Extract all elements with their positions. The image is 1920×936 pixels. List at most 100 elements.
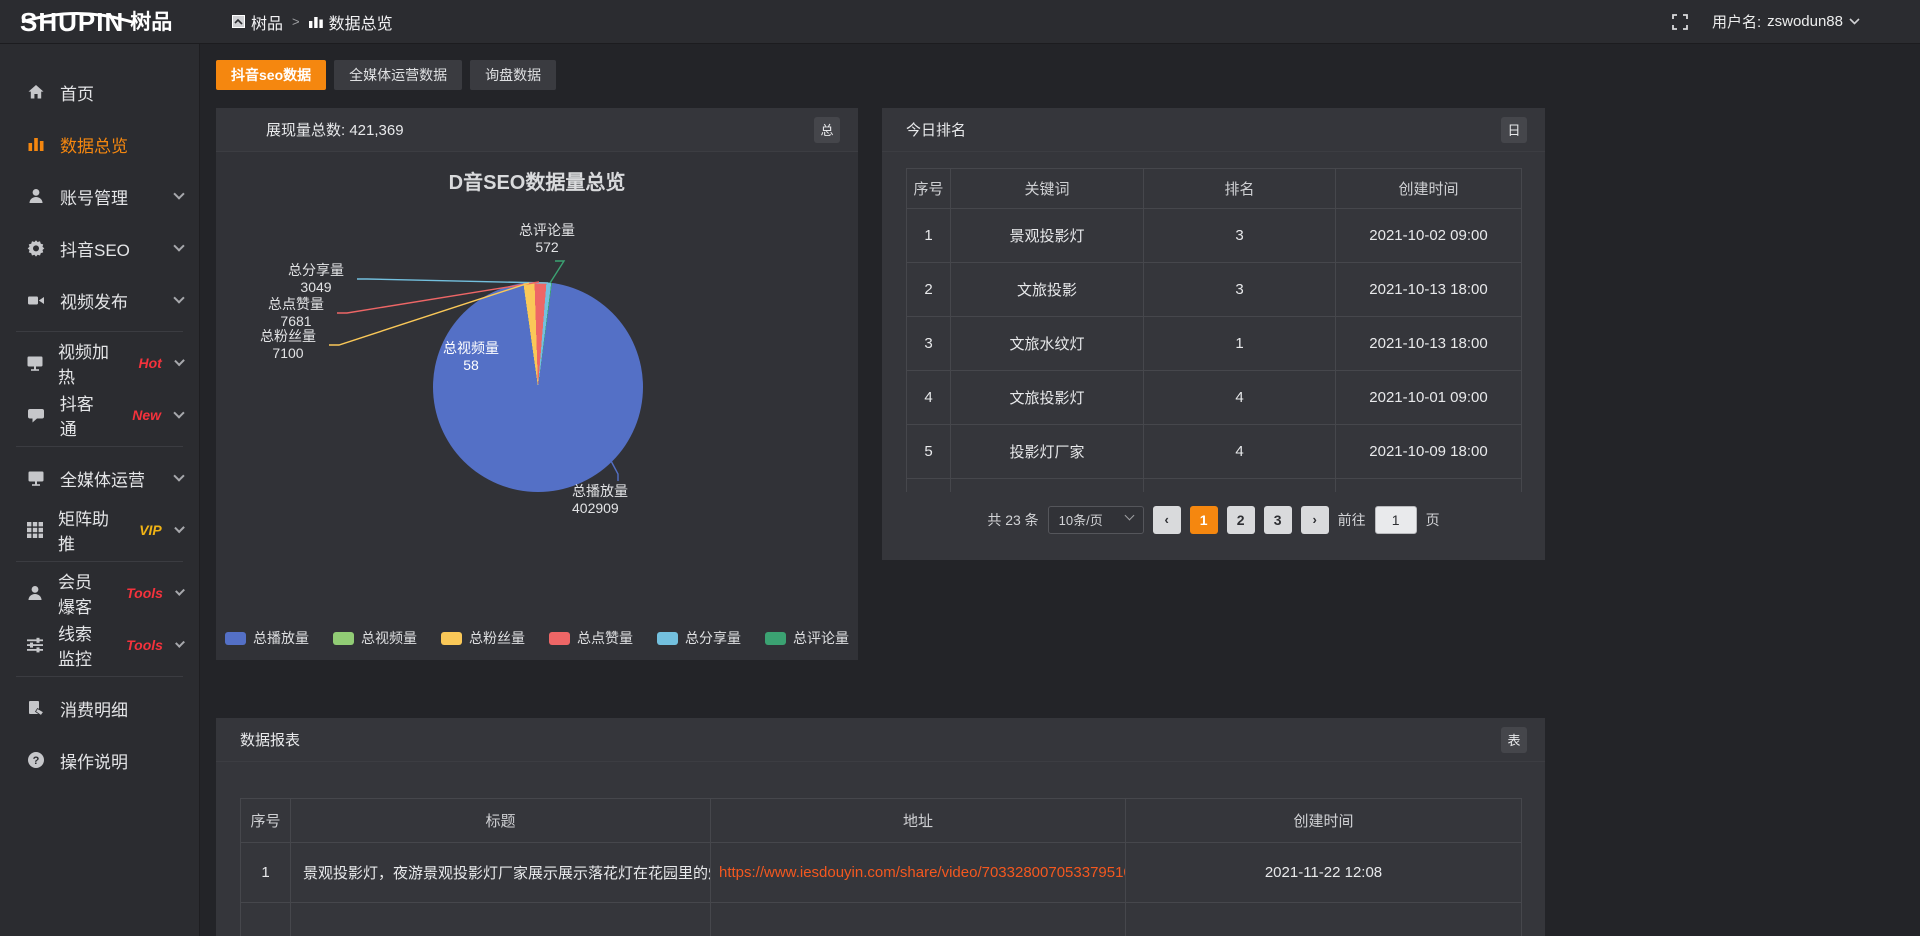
- app-logo[interactable]: SHUPIN 树品: [0, 9, 200, 35]
- page-size-select[interactable]: 10条/页: [1048, 506, 1144, 534]
- user-icon: [26, 187, 46, 205]
- legend-item-likes[interactable]: 总点赞量: [549, 628, 633, 648]
- app-square-icon: [232, 15, 245, 28]
- pagination: 共 23 条 10条/页 ‹ 1 2 3 › 前往 页: [882, 506, 1545, 534]
- tab-douyin-seo-data[interactable]: 抖音seo数据: [216, 60, 326, 90]
- legend-item-shares[interactable]: 总分享量: [657, 628, 741, 648]
- sidebar-item-clue-monitor[interactable]: 线索监控 Tools: [0, 619, 199, 671]
- chevron-down-icon: [174, 356, 185, 367]
- sidebar: 首页 数据总览 账号管理 抖音SEO 视频发布 视频加热 Hot 抖客通 New…: [0, 44, 200, 936]
- sliders-icon: [26, 636, 44, 654]
- created-time-cell: 2021-11-22 12:08: [1126, 843, 1522, 903]
- breadcrumb-current[interactable]: 数据总览: [309, 10, 393, 34]
- grid-icon: [26, 521, 44, 539]
- page-button-3[interactable]: 3: [1264, 506, 1292, 534]
- bar-chart-icon: [309, 15, 323, 28]
- pie-label-likes: 总点赞量 7681: [250, 296, 342, 330]
- goto-label: 前往: [1338, 510, 1366, 530]
- data-report-panel: 数据报表 表 序号 标题 地址 创建时间 1 景观投影灯，夜游景观投影灯厂家展示…: [216, 718, 1545, 936]
- data-tabs: 抖音seo数据 全媒体运营数据 询盘数据: [216, 60, 556, 90]
- user-icon: [26, 584, 44, 602]
- table-row: 4 文旅投影灯 4 2021-10-01 09:00: [907, 371, 1522, 425]
- breadcrumb: 树品 > 数据总览: [232, 10, 393, 34]
- sidebar-item-video-publish[interactable]: 视频发布: [0, 274, 199, 326]
- legend-swatch: [657, 632, 678, 645]
- svg-text:?: ?: [33, 755, 40, 767]
- sidebar-item-omnimedia[interactable]: 全媒体运营: [0, 452, 199, 504]
- chevron-down-icon: [1849, 18, 1860, 25]
- sidebar-item-douyin-seo[interactable]: 抖音SEO: [0, 222, 199, 274]
- sidebar-item-data-overview[interactable]: 数据总览: [0, 118, 199, 170]
- table-row: 5 投影灯厂家 4 2021-10-09 18:00: [907, 425, 1522, 479]
- user-menu[interactable]: 用户名: zswodun88: [1712, 11, 1860, 32]
- tab-omnimedia-data[interactable]: 全媒体运营数据: [334, 60, 462, 90]
- breadcrumb-separator: >: [292, 14, 300, 29]
- sidebar-item-video-heat[interactable]: 视频加热 Hot: [0, 337, 199, 389]
- home-icon: [26, 83, 46, 101]
- chevron-down-icon: [173, 292, 184, 303]
- total-view-button[interactable]: 总: [814, 117, 840, 143]
- goto-unit: 页: [1426, 510, 1440, 530]
- sidebar-item-consume-detail[interactable]: 消费明细: [0, 682, 199, 734]
- report-panel-header: 数据报表 表: [216, 718, 1545, 762]
- video-link[interactable]: https://www.iesdouyin.com/share/video/70…: [719, 864, 1126, 881]
- impressions-chart-panel: 展现量总数: 421,369 总 D音SEO数据量总览 总评论量 572 总分享…: [216, 108, 858, 660]
- top-header: SHUPIN 树品 树品 > 数据总览 用户名: zswodun88: [0, 0, 1920, 44]
- sidebar-item-home[interactable]: 首页: [0, 66, 199, 118]
- prev-page-button[interactable]: ‹: [1153, 506, 1181, 534]
- goto-page-input[interactable]: [1375, 506, 1417, 534]
- pie-graphic[interactable]: [433, 282, 643, 492]
- sidebar-divider: [16, 561, 183, 562]
- tab-inquiry-data[interactable]: 询盘数据: [470, 60, 556, 90]
- pie-label-comments: 总评论量 572: [501, 222, 593, 256]
- page-button-1[interactable]: 1: [1190, 506, 1218, 534]
- impressions-total: 展现量总数: 421,369: [266, 119, 404, 140]
- table-header-row: 序号 关键词 排名 创建时间: [907, 169, 1522, 209]
- page-button-2[interactable]: 2: [1227, 506, 1255, 534]
- fullscreen-icon: [1672, 14, 1688, 30]
- legend-item-comments[interactable]: 总评论量: [765, 628, 849, 648]
- legend-item-videos[interactable]: 总视频量: [333, 628, 417, 648]
- logo-text-cn: 树品: [130, 12, 172, 34]
- chevron-down-icon: [175, 638, 185, 648]
- legend-item-plays[interactable]: 总播放量: [225, 628, 309, 648]
- table-row-clipped: [241, 903, 1522, 936]
- table-row: 2 文旅投影 3 2021-10-13 18:00: [907, 263, 1522, 317]
- table-row-clipped: [907, 479, 1522, 492]
- video-camera-icon: [26, 291, 46, 309]
- header-right: 用户名: zswodun88: [1672, 11, 1920, 32]
- sidebar-item-douketong[interactable]: 抖客通 New: [0, 389, 199, 441]
- chat-bubble-icon: [26, 406, 46, 424]
- sidebar-item-instructions[interactable]: ? 操作说明: [0, 734, 199, 786]
- sidebar-item-member-bake[interactable]: 会员爆客 Tools: [0, 567, 199, 619]
- ranking-panel-title: 今日排名: [906, 119, 966, 140]
- breadcrumb-root[interactable]: 树品: [232, 10, 283, 34]
- table-row: 3 文旅水纹灯 1 2021-10-13 18:00: [907, 317, 1522, 371]
- legend-swatch: [225, 632, 246, 645]
- legend-swatch: [549, 632, 570, 645]
- pie-label-videos: 总视频量 58: [421, 340, 521, 374]
- vip-badge: VIP: [139, 522, 162, 538]
- hot-badge: Hot: [139, 355, 162, 371]
- daily-view-button[interactable]: 日: [1501, 117, 1527, 143]
- table-view-button[interactable]: 表: [1501, 727, 1527, 753]
- ranking-panel-header: 今日排名 日: [882, 108, 1545, 152]
- chevron-down-icon: [1124, 510, 1134, 520]
- gear-icon: [26, 239, 46, 257]
- pagination-total: 共 23 条: [987, 510, 1038, 530]
- sidebar-item-account[interactable]: 账号管理: [0, 170, 199, 222]
- logo-arc: [18, 11, 136, 23]
- bar-chart-icon: [26, 135, 46, 153]
- sidebar-divider: [16, 446, 183, 447]
- legend-item-fans[interactable]: 总粉丝量: [441, 628, 525, 648]
- sidebar-item-matrix-boost[interactable]: 矩阵助推 VIP: [0, 504, 199, 556]
- chevron-down-icon: [175, 586, 185, 596]
- user-label: 用户名:: [1712, 11, 1761, 32]
- next-page-button[interactable]: ›: [1301, 506, 1329, 534]
- legend-swatch: [333, 632, 354, 645]
- table-row: 1 景观投影灯 3 2021-10-02 09:00: [907, 209, 1522, 263]
- legend-swatch: [441, 632, 462, 645]
- video-url-cell: https://www.iesdouyin.com/share/video/70…: [711, 843, 1126, 903]
- chevron-down-icon: [173, 188, 184, 199]
- fullscreen-button[interactable]: [1672, 14, 1688, 30]
